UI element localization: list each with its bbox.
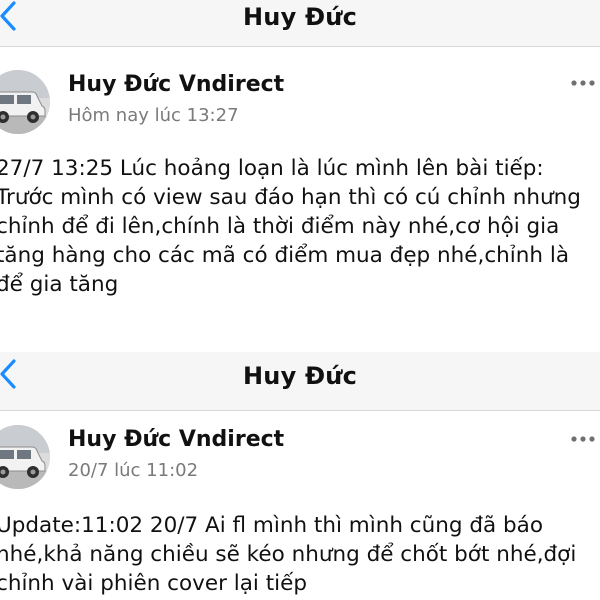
car-avatar-image <box>0 425 50 489</box>
post-text-line: để gia tăng <box>0 272 119 297</box>
post-text-line: Trước mình có view sau đáo hạn thì có cú… <box>0 185 581 210</box>
post-text-line: chỉnh để đi lên,chính là thời điểm này n… <box>0 214 560 239</box>
more-horizontal-icon[interactable] <box>570 77 600 89</box>
more-horizontal-icon[interactable] <box>570 433 600 445</box>
page-title: Huy Đức <box>243 362 357 390</box>
post-text-line: tăng hàng cho các mã có điểm mua đẹp nhé… <box>0 243 570 268</box>
post-timestamp[interactable]: Hôm nay lúc 13:27 <box>68 105 239 126</box>
post-author-name[interactable]: Huy Đức Vndirect <box>68 427 284 452</box>
page-title: Huy Đức <box>243 3 357 31</box>
avatar[interactable] <box>0 425 50 489</box>
post-author-name[interactable]: Huy Đức Vndirect <box>68 72 284 97</box>
nav-divider <box>0 46 600 47</box>
nav-divider <box>0 410 600 411</box>
post-text-line: Update:11:02 20/7 Ai fl mình thì mình cũ… <box>0 513 543 538</box>
avatar[interactable] <box>0 70 50 134</box>
post-timestamp[interactable]: 20/7 lúc 11:02 <box>68 460 198 481</box>
post-text-line: 27/7 13:25 Lúc hoảng loạn là lúc mình lê… <box>0 156 544 181</box>
post-text-line: chỉnh vài phiên cover lại tiếp <box>0 571 307 596</box>
post-text-line: nhé,khả năng chiều sẽ kéo nhưng để chốt … <box>0 542 577 567</box>
screenshot-composite: Huy Đức Huy Đức Vndirect Hôm nay lúc 13:… <box>0 0 600 600</box>
car-avatar-image <box>0 70 50 134</box>
